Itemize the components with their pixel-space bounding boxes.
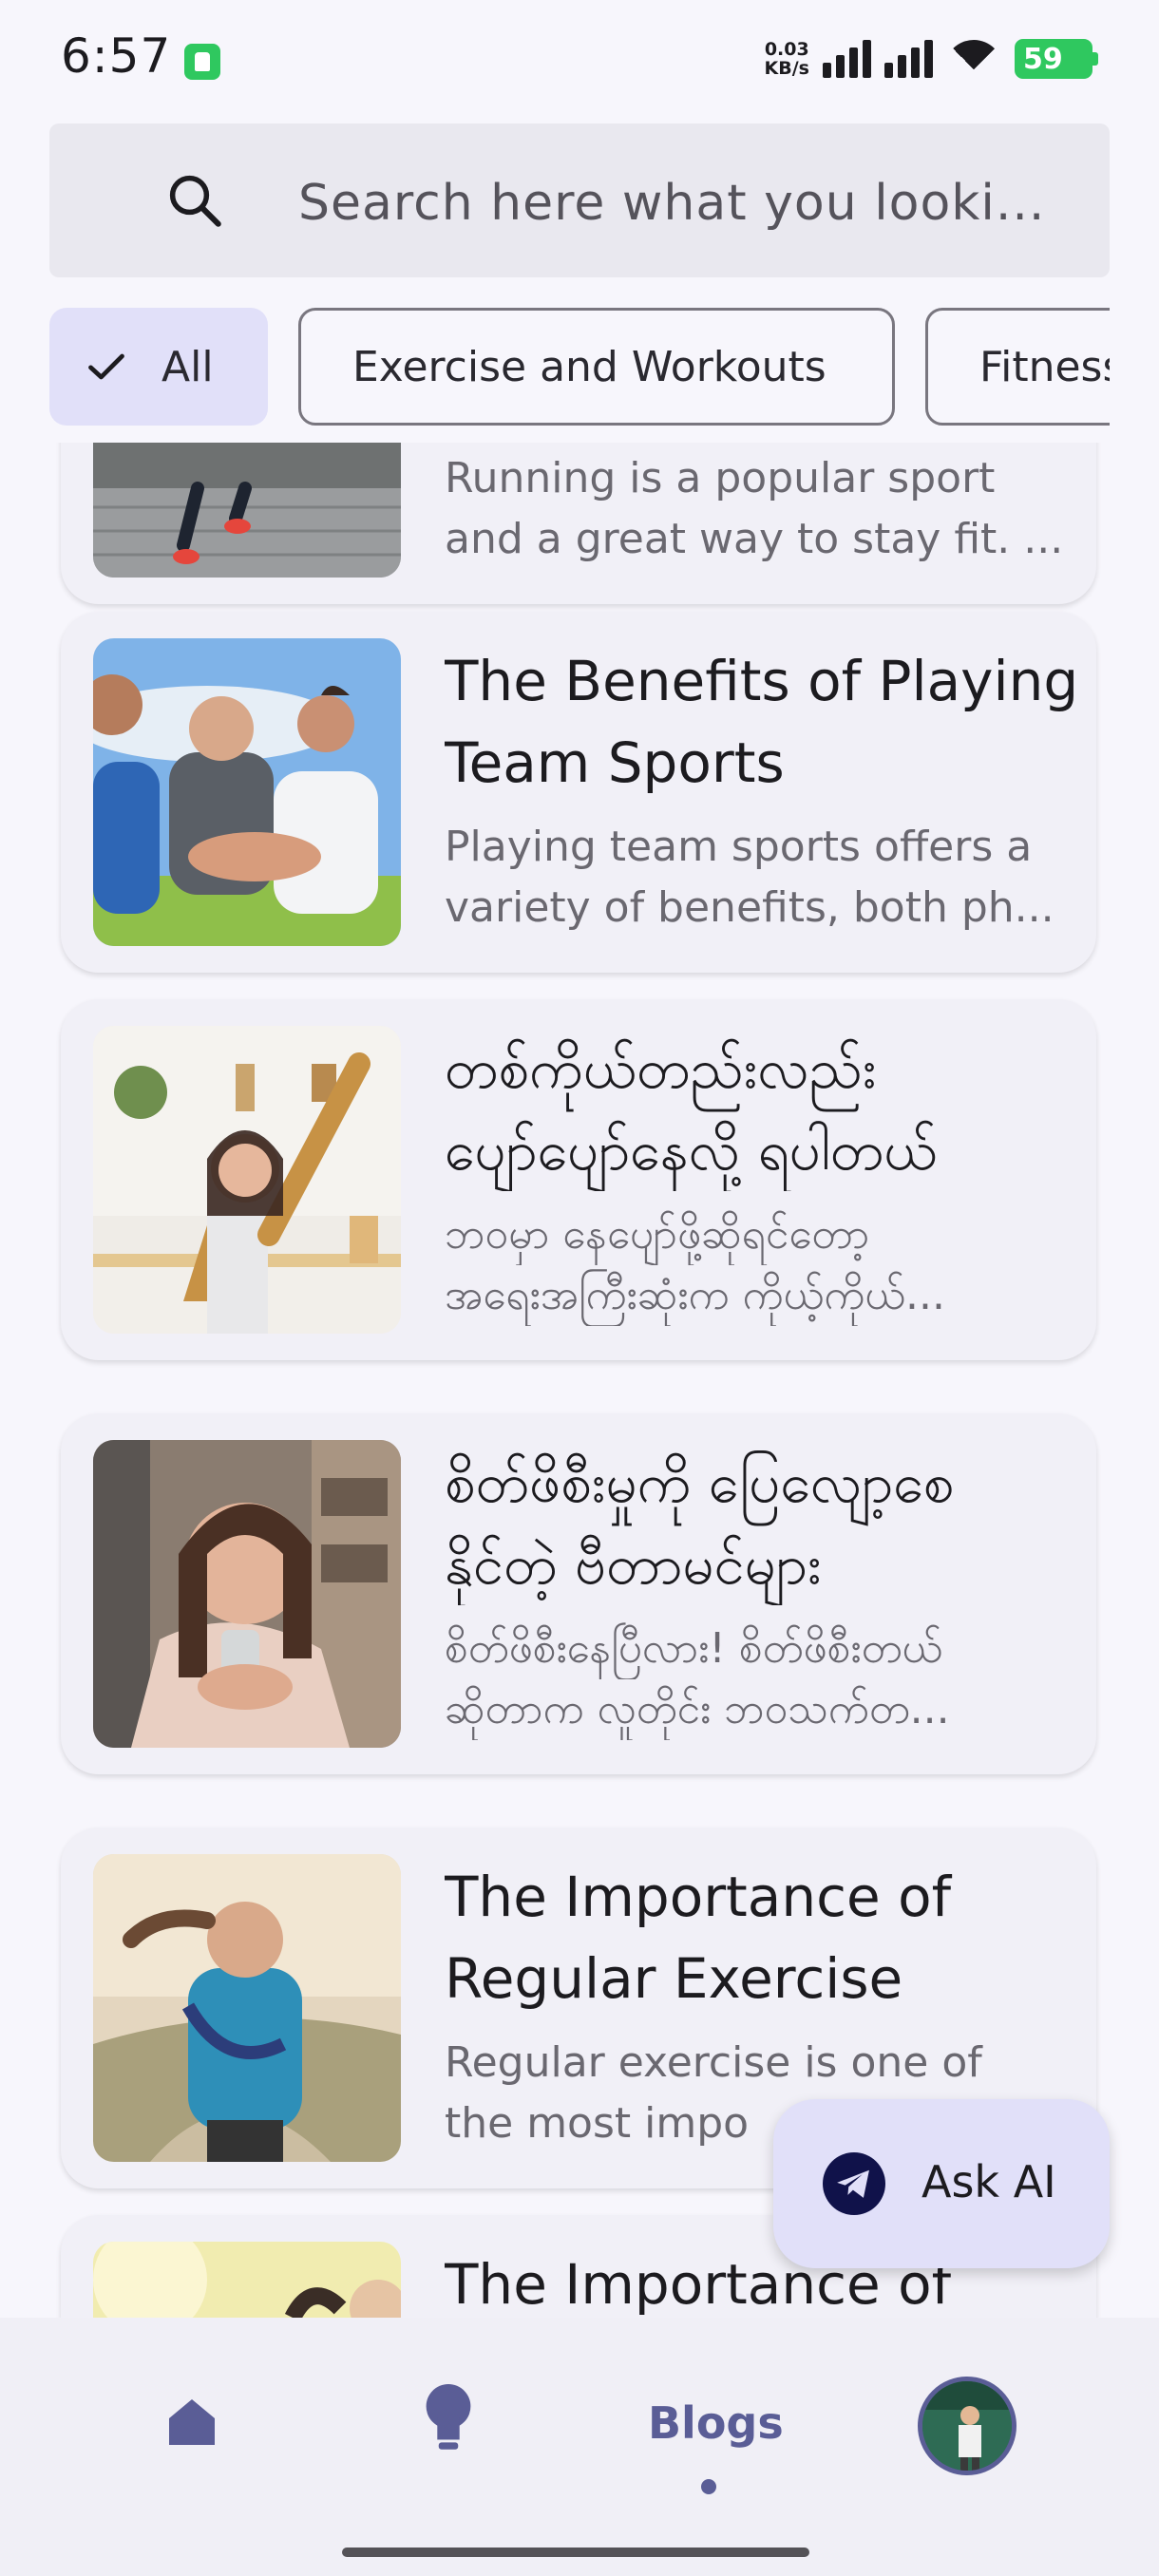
battery-charging-icon: 59 <box>1015 39 1098 79</box>
status-icons: 0.03 KB/s 59 <box>765 34 1098 84</box>
status-time: 6:57 <box>61 28 172 84</box>
blog-title: The Importance of Regular Exercise <box>445 1865 952 2011</box>
chip-label: Exercise and Workouts <box>352 342 826 391</box>
home-icon[interactable] <box>162 2392 222 2453</box>
blog-thumbnail <box>93 1026 401 1334</box>
search-bar[interactable]: Search here what you looki... <box>49 123 1110 277</box>
network-speed-unit: KB/s <box>764 58 809 79</box>
blog-card[interactable]: တစ်ကိုယ်တည်းလည်း ပျော်ပျော်နေလို့ ရပါတယ်… <box>61 999 1096 1360</box>
blog-thumbnail <box>93 443 401 578</box>
chip-label: Fitness <box>979 342 1110 391</box>
blog-card[interactable]: The Benefits of Playing Team Sports Play… <box>61 612 1096 973</box>
active-tab-indicator <box>701 2479 716 2494</box>
category-chips: All Exercise and Workouts Fitness <box>49 308 1110 427</box>
ask-ai-button[interactable]: Ask AI <box>773 2099 1110 2268</box>
blog-thumbnail <box>93 1440 401 1748</box>
search-input[interactable]: Search here what you looki... <box>298 175 1045 232</box>
chip-exercise-and-workouts[interactable]: Exercise and Workouts <box>298 308 895 426</box>
chip-all[interactable]: All <box>49 308 268 426</box>
bottom-navigation: Blogs <box>0 2318 1159 2576</box>
telegram-send-icon <box>823 2152 885 2215</box>
profile-avatar[interactable] <box>918 2377 1016 2475</box>
blog-title: The Benefits of Playing Team Sports <box>445 649 1079 795</box>
nav-blogs-tab[interactable]: Blogs <box>648 2397 784 2449</box>
blog-card[interactable]: စိတ်ဖိစီးမှုကို ပြေလျော့စေ နိုင်တဲ့ ဗီတာ… <box>61 1413 1096 1774</box>
ask-ai-label: Ask AI <box>922 2156 1056 2207</box>
chip-label: All <box>162 342 214 391</box>
signal-icon <box>823 40 871 78</box>
blog-excerpt: စိတ်ဖိစီးနေပြီလား! စိတ်ဖိစီးတယ် ဆိုတာက လ… <box>445 1624 950 1733</box>
blog-excerpt: Playing team sports offers a variety of … <box>445 823 1054 932</box>
blog-excerpt: ဘဝမှာ နေပျော်ဖို့ဆိုရင်တော့ အရေးအကြီးဆုံ… <box>445 1210 945 1319</box>
network-speed-value: 0.03 <box>764 39 809 60</box>
blog-thumbnail <box>93 2242 401 2318</box>
chip-fitness[interactable]: Fitness <box>925 308 1110 426</box>
blog-title: တစ်ကိုယ်တည်းလည်း ပျော်ပျော်နေလို့ ရပါတယ် <box>445 1036 938 1183</box>
check-icon <box>88 353 124 380</box>
lightbulb-icon[interactable] <box>422 2384 475 2456</box>
blog-excerpt: Running is a popular sport and a great w… <box>445 454 1064 563</box>
app-notification-icon <box>184 44 220 80</box>
blog-thumbnail <box>93 1854 401 2162</box>
battery-level: 59 <box>1023 42 1063 76</box>
home-indicator[interactable] <box>342 2548 809 2557</box>
blog-thumbnail <box>93 638 401 946</box>
search-icon <box>169 175 221 227</box>
blog-title: စိတ်ဖိစီးမှုကို ပြေလျော့စေ နိုင်တဲ့ ဗီတာ… <box>445 1450 955 1597</box>
blog-list[interactable]: Running is a popular sport and a great w… <box>0 443 1159 2318</box>
network-speed: 0.03 KB/s <box>765 40 809 78</box>
blog-card[interactable]: Running is a popular sport and a great w… <box>61 443 1096 604</box>
status-bar: 6:57 0.03 KB/s 59 <box>0 0 1159 114</box>
signal-icon <box>884 40 933 78</box>
wifi-icon <box>946 38 1001 80</box>
